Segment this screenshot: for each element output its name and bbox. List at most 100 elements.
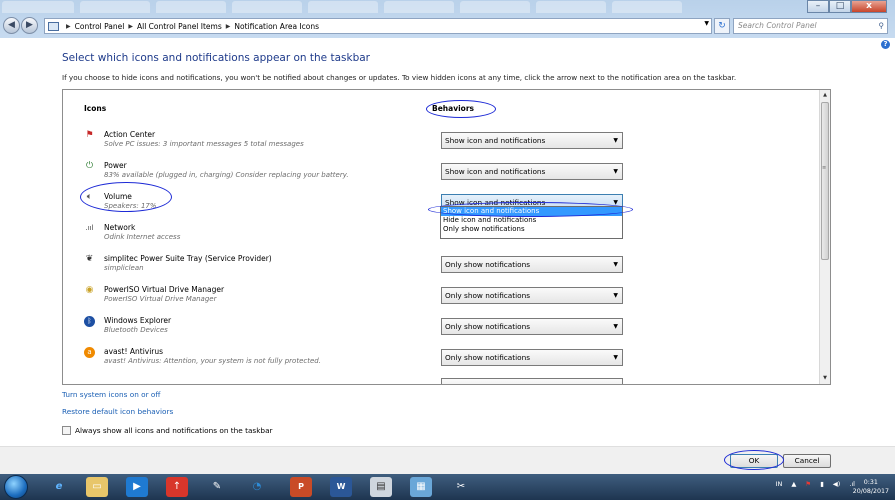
item-name: avast! Antivirus	[104, 347, 164, 356]
system-tray: IN ▲ ⚑ ▮ ◀) .ıl	[776, 480, 855, 488]
search-placeholder: Search Control Panel	[738, 21, 817, 30]
clock[interactable]: 0:31 20/08/2017	[853, 478, 889, 496]
help-icon[interactable]: ?	[881, 40, 890, 49]
blurred-tab[interactable]	[536, 1, 606, 13]
item-status: simpliclean	[104, 264, 144, 272]
show-hidden-icons-icon[interactable]: ▲	[791, 480, 796, 488]
always-show-checkbox[interactable]	[62, 426, 71, 435]
item-name: Power	[104, 161, 127, 170]
internet-explorer-icon[interactable]: e	[48, 477, 70, 497]
item-name: simplitec Power Suite Tray (Service Prov…	[104, 254, 272, 263]
breadcrumb-separator-icon[interactable]: ▶	[66, 23, 71, 30]
breadcrumb-all-items[interactable]: All Control Panel Items	[137, 22, 222, 31]
back-button[interactable]: ◀	[3, 17, 20, 34]
minimize-button[interactable]: –	[807, 0, 829, 13]
maximize-button[interactable]: □	[829, 0, 851, 13]
blurred-tabs	[0, 0, 700, 14]
skype-style-icon[interactable]: ◔	[246, 477, 268, 497]
blurred-tab[interactable]	[460, 1, 530, 13]
forward-button[interactable]: ▶	[21, 17, 38, 34]
turn-system-icons-link[interactable]: Turn system icons on or off	[62, 390, 160, 399]
item-name: Windows Explorer	[104, 316, 172, 325]
snipping-tool-icon[interactable]: ✂	[450, 477, 472, 497]
page-title: Select which icons and notifications app…	[62, 52, 370, 64]
blurred-tab[interactable]	[156, 1, 226, 13]
paint-icon[interactable]: ✎	[206, 477, 228, 497]
behavior-select[interactable]: Only show notifications ▼	[441, 318, 623, 335]
breadcrumb-separator-icon[interactable]: ▶	[226, 23, 231, 30]
item-status: Solve PC issues: 3 important messages 5 …	[104, 140, 304, 148]
address-dropdown-icon[interactable]: ▼	[704, 20, 709, 27]
behavior-select[interactable]: Only show notifications ▼	[441, 287, 623, 304]
list-item: a avast! Antivirus avast! Antivirus: Att…	[63, 343, 819, 374]
item-name: PowerISO Virtual Drive Manager	[104, 285, 225, 294]
breadcrumb-notification-area[interactable]: Notification Area Icons	[234, 22, 319, 31]
search-input[interactable]: Search Control Panel ⚲	[733, 18, 888, 34]
close-button[interactable]: x	[851, 0, 887, 13]
item-status: PowerISO Virtual Drive Manager	[104, 295, 217, 303]
behavior-select[interactable]: Only show notifications ▼	[441, 256, 623, 273]
behavior-select[interactable]	[441, 378, 623, 384]
list-item: ᛒ Windows Explorer Bluetooth Devices Onl…	[63, 312, 819, 343]
search-icon[interactable]: ⚲	[879, 19, 885, 33]
control-panel-icon	[48, 21, 59, 31]
option-hide-icon-and-notifications[interactable]: Hide icon and notifications	[441, 216, 622, 225]
vertical-scrollbar[interactable]: ▲ ≡ ▼	[819, 90, 830, 384]
annotation-circle-ok	[724, 450, 784, 470]
list-item	[63, 374, 819, 384]
blurred-tab[interactable]	[2, 1, 74, 13]
item-status: Odink Internet access	[104, 233, 181, 241]
item-status: 83% available (plugged in, charging) Con…	[104, 171, 349, 179]
cancel-button[interactable]: Cancel	[783, 454, 831, 468]
network-icon: .ııl	[85, 224, 94, 232]
chevron-down-icon: ▼	[613, 261, 618, 268]
item-name: Action Center	[104, 130, 156, 139]
breadcrumb-control-panel[interactable]: Control Panel	[75, 22, 125, 31]
blurred-tab[interactable]	[384, 1, 454, 13]
behavior-select[interactable]: Show icon and notifications ▼	[441, 163, 623, 180]
chevron-down-icon: ▼	[613, 323, 618, 330]
start-button[interactable]	[4, 475, 28, 499]
restore-defaults-link[interactable]: Restore default icon behaviors	[62, 407, 173, 416]
behavior-select[interactable]: Show icon and notifications ▼	[441, 132, 623, 149]
chevron-down-icon: ▼	[613, 168, 618, 175]
power-tray-icon[interactable]: ▮	[820, 480, 824, 488]
blurred-tab[interactable]	[80, 1, 150, 13]
power-icon: ⏻	[85, 161, 94, 171]
simplitec-icon: ❦	[85, 254, 94, 264]
language-indicator[interactable]: IN	[776, 480, 783, 488]
volume-tray-icon[interactable]: ◀)	[833, 480, 841, 488]
option-only-show-notifications[interactable]: Only show notifications	[441, 225, 622, 234]
powerpoint-icon[interactable]: P	[290, 477, 312, 497]
scroll-down-icon[interactable]: ▼	[820, 373, 830, 384]
scroll-grip-icon: ≡	[822, 165, 827, 171]
upload-app-icon[interactable]: ↑	[166, 477, 188, 497]
control-panel-taskbar-icon[interactable]: ▦	[410, 477, 432, 497]
refresh-icon: ↻	[718, 21, 726, 31]
select-value: Only show notifications	[445, 353, 531, 362]
annotation-circle-volume	[80, 182, 172, 212]
refresh-button[interactable]: ↻	[714, 18, 730, 34]
arrow-left-icon: ◀	[8, 20, 15, 30]
column-header-icons: Icons	[84, 104, 107, 113]
media-player-icon[interactable]: ▶	[126, 477, 148, 497]
blurred-tab[interactable]	[308, 1, 378, 13]
word-icon[interactable]: W	[330, 477, 352, 497]
taskbar: e ▭ ▶ ↑ ✎ ◔ P W ▤ ▦ ✂ IN ▲ ⚑ ▮ ◀) .ıl 0:…	[0, 474, 895, 500]
folder-icon[interactable]: ▭	[86, 477, 108, 497]
behavior-select[interactable]: Only show notifications ▼	[441, 349, 623, 366]
navigation-bar: ◀ ▶ ▶ Control Panel ▶ All Control Panel …	[0, 16, 895, 36]
address-bar[interactable]: ▶ Control Panel ▶ All Control Panel Item…	[44, 18, 712, 34]
always-show-checkbox-row[interactable]: Always show all icons and notifications …	[62, 426, 273, 435]
select-value: Only show notifications	[445, 291, 531, 300]
blurred-tab[interactable]	[232, 1, 302, 13]
list-item: ⚑ Action Center Solve PC issues: 3 impor…	[63, 126, 819, 157]
document-icon[interactable]: ▤	[370, 477, 392, 497]
scroll-thumb[interactable]	[821, 102, 829, 260]
blurred-tab[interactable]	[612, 1, 682, 13]
item-status: avast! Antivirus: Attention, your system…	[104, 357, 321, 365]
breadcrumb-separator-icon[interactable]: ▶	[128, 23, 133, 30]
poweriso-icon: ◉	[85, 285, 94, 295]
scroll-up-icon[interactable]: ▲	[820, 90, 830, 101]
action-center-tray-icon[interactable]: ⚑	[805, 480, 811, 488]
